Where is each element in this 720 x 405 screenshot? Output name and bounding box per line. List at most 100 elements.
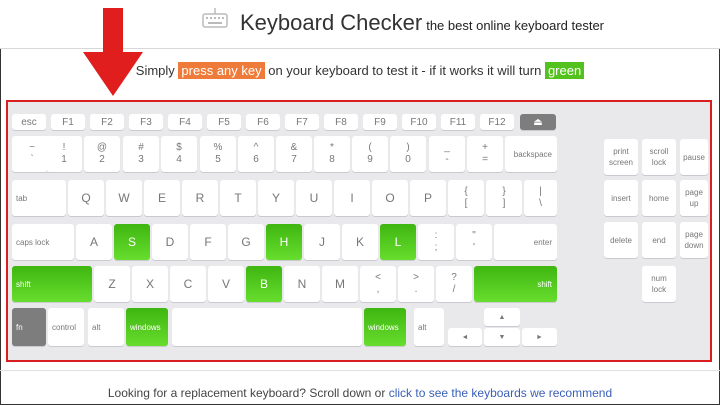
key-f4[interactable]: F4 bbox=[168, 114, 202, 130]
key-5[interactable]: % 5 bbox=[200, 136, 236, 172]
key-left-windows[interactable]: windows bbox=[126, 308, 168, 346]
key-x[interactable]: X bbox=[132, 266, 168, 302]
key-d[interactable]: D bbox=[152, 224, 188, 260]
key-f6[interactable]: F6 bbox=[246, 114, 280, 130]
key-left-shift[interactable]: shift bbox=[12, 266, 92, 302]
key-f5[interactable]: F5 bbox=[207, 114, 241, 130]
key-eject[interactable]: ⏏ bbox=[520, 114, 556, 130]
key-label: windows bbox=[368, 322, 399, 332]
key-left-alt[interactable]: alt bbox=[88, 308, 124, 346]
footer-prompt: Looking for a replacement keyboard? Scro… bbox=[107, 386, 389, 400]
key-q[interactable]: Q bbox=[68, 180, 104, 216]
key-0[interactable]: ) 0 bbox=[390, 136, 426, 172]
key-label: F7 bbox=[296, 116, 308, 128]
key-control[interactable]: control bbox=[48, 308, 84, 346]
key-home[interactable]: home bbox=[642, 180, 676, 216]
key-a[interactable]: A bbox=[76, 224, 112, 260]
key-f7[interactable]: F7 bbox=[285, 114, 319, 130]
key-j[interactable]: J bbox=[304, 224, 340, 260]
key-f3[interactable]: F3 bbox=[129, 114, 163, 130]
key-g[interactable]: G bbox=[228, 224, 264, 260]
key-label: V bbox=[221, 277, 230, 291]
key-f1[interactable]: F1 bbox=[51, 114, 85, 130]
key-delete[interactable]: delete bbox=[604, 222, 638, 258]
title-text: Keyboard Checker bbox=[240, 10, 423, 35]
key-pause[interactable]: pause bbox=[680, 139, 708, 175]
key-k[interactable]: K bbox=[342, 224, 378, 260]
key-3[interactable]: #3 bbox=[123, 136, 159, 172]
key-space[interactable] bbox=[172, 308, 362, 346]
key-backslash[interactable]: | \ bbox=[524, 180, 557, 216]
key-minus[interactable]: _ - bbox=[429, 136, 465, 172]
key-enter[interactable]: enter bbox=[494, 224, 557, 260]
key-4[interactable]: $4 bbox=[161, 136, 197, 172]
key-right-bracket[interactable]: }] bbox=[486, 180, 522, 216]
key-label: O bbox=[385, 191, 395, 205]
key-b[interactable]: B bbox=[246, 266, 282, 302]
key-7[interactable]: & 7 bbox=[276, 136, 312, 172]
key-page-up[interactable]: page up bbox=[680, 180, 708, 216]
key-label-bottom: ] bbox=[502, 198, 506, 209]
key-f11[interactable]: F11 bbox=[441, 114, 475, 130]
key-9[interactable]: (9 bbox=[352, 136, 388, 172]
key-num-lock[interactable]: num lock bbox=[642, 266, 676, 302]
key-m[interactable]: M bbox=[322, 266, 358, 302]
key-6[interactable]: ^ 6 bbox=[238, 136, 274, 172]
key-arrow-left[interactable]: ◄ bbox=[448, 328, 482, 346]
key-end[interactable]: end bbox=[642, 222, 676, 258]
key-print-screen[interactable]: print screen bbox=[604, 139, 638, 175]
key-right-alt[interactable]: alt bbox=[414, 308, 444, 346]
key-8[interactable]: * 8 bbox=[314, 136, 350, 172]
key-w[interactable]: W bbox=[106, 180, 142, 216]
key-r[interactable]: R bbox=[182, 180, 218, 216]
key-f8[interactable]: F8 bbox=[324, 114, 358, 130]
key-y[interactable]: Y bbox=[258, 180, 294, 216]
key-v[interactable]: V bbox=[208, 266, 244, 302]
key-e[interactable]: E bbox=[144, 180, 180, 216]
key-label-top: $ bbox=[176, 142, 182, 153]
key-left-bracket[interactable]: {[ bbox=[448, 180, 484, 216]
key-f[interactable]: F bbox=[190, 224, 226, 260]
key-right-windows[interactable]: windows bbox=[364, 308, 406, 346]
key-caps-lock[interactable]: caps lock bbox=[12, 224, 74, 260]
key-f12[interactable]: F12 bbox=[480, 114, 514, 130]
key-s[interactable]: S bbox=[114, 224, 150, 260]
key-l[interactable]: L bbox=[380, 224, 416, 260]
key-period[interactable]: >. bbox=[398, 266, 434, 302]
key-label-line1: page bbox=[685, 188, 703, 197]
key-arrow-up[interactable]: ▲ bbox=[484, 308, 520, 326]
key-fn[interactable]: fn bbox=[12, 308, 46, 346]
key-f9[interactable]: F9 bbox=[363, 114, 397, 130]
key-semicolon[interactable]: :; bbox=[418, 224, 454, 260]
key-page-down[interactable]: page down bbox=[680, 222, 708, 258]
key-t[interactable]: T bbox=[220, 180, 256, 216]
key-equal[interactable]: + = bbox=[467, 136, 503, 172]
key-p[interactable]: P bbox=[410, 180, 446, 216]
key-f10[interactable]: F10 bbox=[402, 114, 436, 130]
key-quote[interactable]: " ' bbox=[456, 224, 492, 260]
key-o[interactable]: O bbox=[372, 180, 408, 216]
key-2[interactable]: @2 bbox=[84, 136, 120, 172]
key-scroll-lock[interactable]: scroll lock bbox=[642, 139, 676, 175]
key-arrow-down[interactable]: ▼ bbox=[484, 328, 520, 346]
key-insert[interactable]: insert bbox=[604, 180, 638, 216]
key-comma[interactable]: <, bbox=[360, 266, 396, 302]
key-esc[interactable]: esc bbox=[12, 114, 46, 130]
key-label-bottom: 8 bbox=[329, 154, 335, 165]
key-f2[interactable]: F2 bbox=[90, 114, 124, 130]
key-backspace[interactable]: backspace bbox=[505, 136, 557, 172]
key-n[interactable]: N bbox=[284, 266, 320, 302]
key-1[interactable]: ! 1 bbox=[46, 136, 82, 172]
key-i[interactable]: I bbox=[334, 180, 370, 216]
key-label-top: ) bbox=[406, 142, 410, 153]
key-tab[interactable]: tab bbox=[12, 180, 66, 216]
recommended-keyboards-link[interactable]: click to see the keyboards we recommend bbox=[389, 386, 612, 400]
key-z[interactable]: Z bbox=[94, 266, 130, 302]
key-arrow-right[interactable]: ► bbox=[522, 328, 557, 346]
key-u[interactable]: U bbox=[296, 180, 332, 216]
key-slash[interactable]: ? / bbox=[436, 266, 472, 302]
key-h[interactable]: H bbox=[266, 224, 302, 260]
key-label-line1: scroll bbox=[649, 147, 669, 156]
key-right-shift[interactable]: shift bbox=[474, 266, 557, 302]
key-c[interactable]: C bbox=[170, 266, 206, 302]
